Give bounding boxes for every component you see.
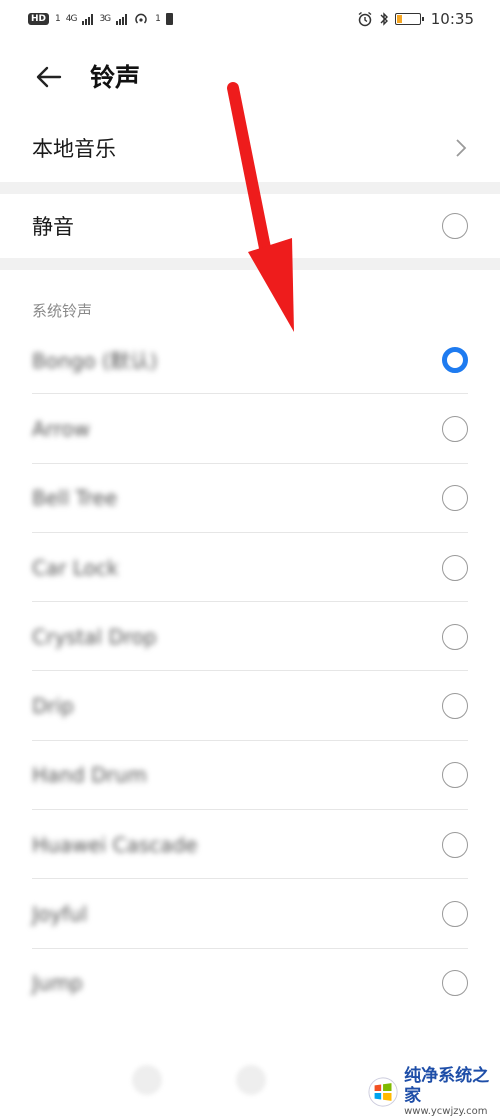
ringtone-radio-selected[interactable] xyxy=(442,346,468,373)
watermark-url: www.ycwjzy.com xyxy=(404,1106,488,1117)
ringtone-name: Car Lock xyxy=(32,555,119,580)
ringtone-item[interactable]: Hand Drum xyxy=(0,741,500,811)
ringtone-item[interactable]: Crystal Drop xyxy=(0,602,500,672)
ringtone-item[interactable]: Car Lock xyxy=(0,533,500,603)
ringtone-radio[interactable] xyxy=(442,485,468,512)
ringtone-name: Bongo (默认) xyxy=(32,349,158,374)
ringtone-radio[interactable] xyxy=(442,970,468,997)
ringtone-item[interactable]: Bell Tree xyxy=(0,464,500,534)
title-bar: 铃声 xyxy=(0,50,500,106)
network2-label: 3G xyxy=(99,14,111,24)
section-divider xyxy=(0,182,500,194)
ringtone-item[interactable]: Drip xyxy=(0,671,500,742)
watermark-title: 纯净系统之家 xyxy=(404,1066,490,1106)
system-ringtones-header: 系统铃声 xyxy=(32,302,93,320)
sim1-label: 1 xyxy=(55,14,61,24)
ringtone-radio[interactable] xyxy=(442,831,468,858)
nav-back-icon[interactable] xyxy=(132,1065,162,1095)
ringtone-item[interactable]: Arrow xyxy=(0,394,500,464)
chevron-right-icon xyxy=(456,139,467,157)
ringtone-item[interactable]: Jump xyxy=(0,949,500,1018)
local-music-label: 本地音乐 xyxy=(32,137,116,161)
section-divider-2 xyxy=(0,258,500,270)
hotspot-icon xyxy=(135,13,147,24)
ringtone-name: Hand Drum xyxy=(32,763,147,788)
ringtone-name: Bell Tree xyxy=(32,486,118,511)
signal-icon xyxy=(82,13,94,25)
ringtone-list: Bongo (默认) Arrow Bell Tree Car Lock Crystal … xyxy=(0,325,500,1018)
ringtone-radio[interactable] xyxy=(442,623,468,650)
status-right: 10:35 xyxy=(357,10,474,28)
ringtone-name: Joyful xyxy=(32,902,88,927)
battery-level xyxy=(396,15,402,23)
battery-icon xyxy=(394,13,424,25)
ringtone-radio[interactable] xyxy=(442,693,468,720)
ringtone-radio[interactable] xyxy=(442,762,468,789)
vibrate-icon xyxy=(165,13,173,25)
alarm-icon xyxy=(358,11,372,27)
clock: 10:35 xyxy=(430,10,474,28)
ringtone-item[interactable]: Joyful xyxy=(0,879,500,949)
status-bar: HD 1 4G 3G 1 10:35 xyxy=(0,0,500,38)
local-music-row[interactable]: 本地音乐 xyxy=(0,114,500,182)
ringtone-name: Crystal Drop xyxy=(32,624,157,649)
ringtone-radio[interactable] xyxy=(442,554,468,581)
hotspot-count: 1 xyxy=(155,14,161,24)
silent-label: 静音 xyxy=(32,215,74,239)
network1-label: 4G xyxy=(65,14,78,24)
ringtone-radio[interactable] xyxy=(442,901,468,928)
watermark-text: 纯净系统之家 www.ycwjzy.com xyxy=(404,1066,500,1118)
bluetooth-icon xyxy=(380,12,388,26)
nav-home-icon[interactable] xyxy=(236,1065,266,1095)
status-left: HD 1 4G 3G 1 xyxy=(28,12,173,26)
ringtone-item[interactable]: Bongo (默认) xyxy=(0,325,500,395)
watermark: 纯净系统之家 www.ycwjzy.com xyxy=(368,1066,500,1118)
windows-logo-icon xyxy=(368,1077,398,1107)
hd-badge: HD xyxy=(28,13,50,25)
signal-icon-2 xyxy=(116,13,128,25)
silent-row[interactable]: 静音 xyxy=(0,194,500,258)
ringtone-name: Arrow xyxy=(32,416,90,441)
ringtone-item[interactable]: Huawei Cascade xyxy=(0,810,500,880)
back-arrow-icon[interactable] xyxy=(34,62,64,92)
silent-radio[interactable] xyxy=(442,213,468,239)
ringtone-name: Jump xyxy=(32,971,83,996)
ringtone-name: Huawei Cascade xyxy=(32,832,198,857)
ringtone-name: Drip xyxy=(32,694,74,719)
ringtone-radio[interactable] xyxy=(442,415,468,442)
page-title: 铃声 xyxy=(90,63,141,92)
